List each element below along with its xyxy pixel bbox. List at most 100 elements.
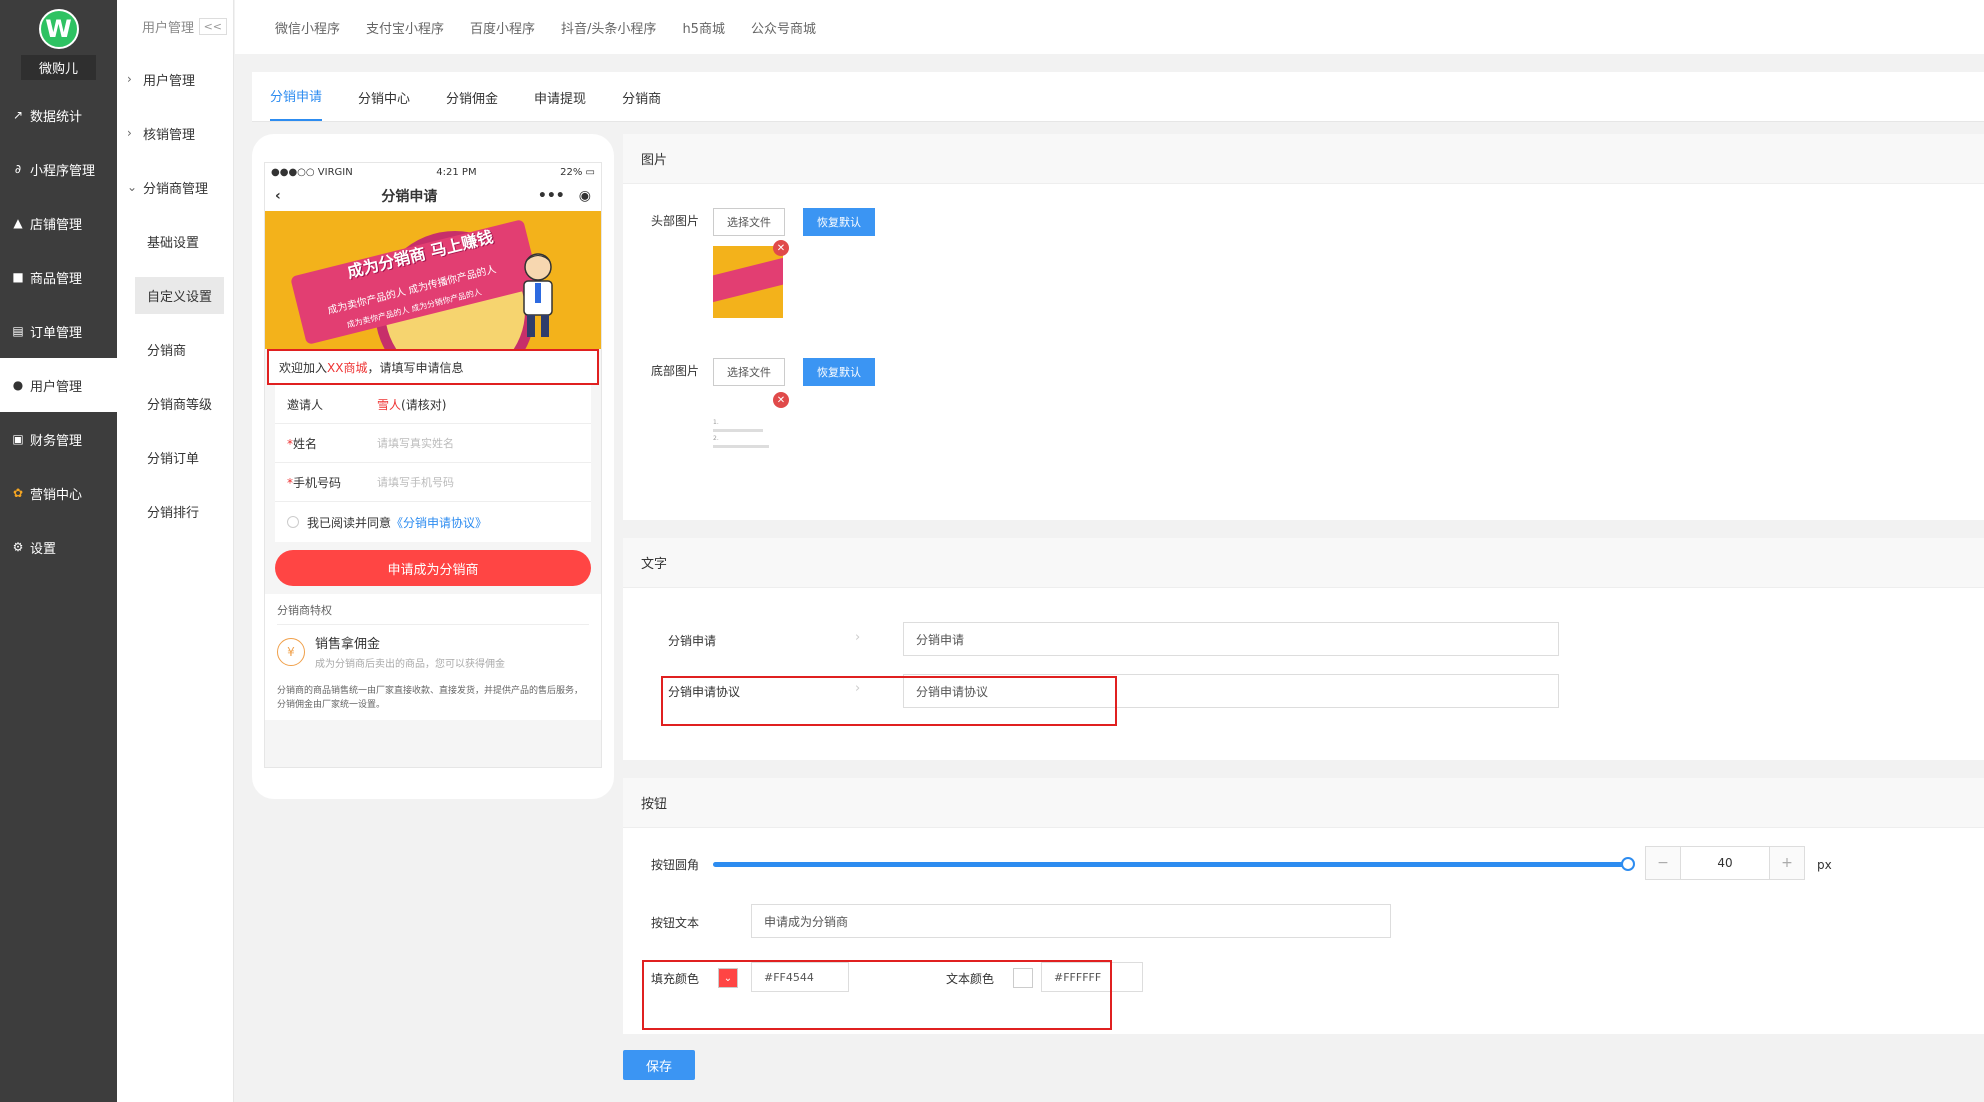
battery: 22% ▭ bbox=[560, 166, 595, 178]
apply-button[interactable]: 申请成为分销商 bbox=[275, 550, 591, 586]
head-image-thumb bbox=[713, 246, 783, 318]
page-tabs: 分销申请 分销中心 分销佣金 申请提现 分销商 bbox=[252, 72, 1984, 122]
yen-icon: ¥ bbox=[277, 637, 305, 666]
privilege-item: ¥ 销售拿佣金 成为分销商后卖出的商品，您可以获得佣金 bbox=[277, 625, 589, 678]
text-row1-label: 分销申请 bbox=[668, 634, 717, 648]
submenu-group-users[interactable]: › 用户管理 bbox=[117, 52, 233, 106]
tab-douyin[interactable]: 抖音/头条小程序 bbox=[561, 18, 656, 37]
foot-image-thumb: 1. 2. bbox=[713, 418, 783, 468]
head-image-remove-icon[interactable]: ✕ bbox=[773, 240, 789, 256]
submenu-title: 用户管理 bbox=[142, 20, 195, 36]
submenu-item-distribution-orders[interactable]: 分销订单 bbox=[117, 430, 233, 484]
head-image-label: 头部图片 bbox=[651, 214, 700, 228]
chevron-down-icon: ⌄ bbox=[127, 180, 138, 194]
sidebar-item-marketing[interactable]: ✿ 营销中心 bbox=[0, 466, 117, 520]
store-icon: ▲ bbox=[13, 216, 23, 230]
plus-icon[interactable]: + bbox=[1770, 847, 1804, 879]
sidebar-item-users[interactable]: ● 用户管理 bbox=[0, 358, 117, 412]
sidebar-item-orders[interactable]: ▤ 订单管理 bbox=[0, 304, 117, 358]
save-button[interactable]: 保存 bbox=[623, 1050, 695, 1080]
record-icon[interactable]: ◉ bbox=[579, 188, 591, 204]
radius-value[interactable]: 40 bbox=[1680, 847, 1770, 879]
tab-distribution-center[interactable]: 分销中心 bbox=[358, 88, 410, 121]
radius-label: 按钮圆角 bbox=[651, 858, 700, 872]
tab-distribution-apply[interactable]: 分销申请 bbox=[270, 86, 323, 121]
agreement-link[interactable]: 《分销申请协议》 bbox=[391, 514, 487, 531]
submenu-group-verify[interactable]: › 核销管理 bbox=[117, 106, 233, 160]
highlight-box bbox=[661, 676, 1117, 726]
minus-icon[interactable]: − bbox=[1646, 847, 1680, 879]
sidebar-item-store[interactable]: ▲ 店铺管理 bbox=[0, 196, 117, 250]
images-panel: 图片 头部图片 选择文件 恢复默认 ✕ 底部图片 选择文件 恢复默认 1. 2.… bbox=[623, 134, 1984, 520]
tab-baidu[interactable]: 百度小程序 bbox=[470, 18, 535, 37]
submenu-header: 用户管理 << bbox=[117, 0, 233, 52]
submenu-item-distributors[interactable]: 分销商 bbox=[117, 322, 233, 376]
privileges-title: 分销商特权 bbox=[277, 602, 589, 625]
agreement-row[interactable]: 我已阅读并同意 《分销申请协议》 bbox=[275, 502, 591, 542]
sidebar-item-finance[interactable]: ▣ 财务管理 bbox=[0, 412, 117, 466]
brand-name: 微购儿 bbox=[20, 54, 96, 80]
button-text-input[interactable]: 申请成为分销商 bbox=[751, 904, 1391, 938]
box-icon: ■ bbox=[12, 270, 24, 284]
submenu-item-distribution-ranking[interactable]: 分销排行 bbox=[117, 484, 233, 538]
foot-image-remove-icon[interactable]: ✕ bbox=[773, 392, 789, 408]
phone-screen: ●●●○○ VIRGIN 4:21 PM 22% ▭ ‹ 分销申请 ••• ◉ 成… bbox=[264, 162, 602, 768]
sidebar-item-miniprogram[interactable]: ∂ 小程序管理 bbox=[0, 142, 117, 196]
radius-slider-handle[interactable] bbox=[1621, 857, 1635, 871]
foot-restore-default-button[interactable]: 恢复默认 bbox=[803, 358, 875, 386]
submenu-item-distributor-level[interactable]: 分销商等级 bbox=[117, 376, 233, 430]
submenu-item-custom-settings[interactable]: 自定义设置 bbox=[117, 268, 233, 322]
phone-statusbar: ●●●○○ VIRGIN 4:21 PM 22% ▭ bbox=[265, 163, 601, 181]
button-text-label: 按钮文本 bbox=[651, 916, 700, 930]
sidebar-item-settings[interactable]: ⚙ 设置 bbox=[0, 520, 117, 574]
sidebar-item-data-stats[interactable]: ↗ 数据统计 bbox=[0, 88, 117, 142]
name-row: *姓名 请填写真实姓名 bbox=[275, 424, 591, 463]
back-icon[interactable]: ‹ bbox=[275, 188, 281, 204]
button-panel-title: 按钮 bbox=[623, 778, 1984, 828]
head-restore-default-button[interactable]: 恢复默认 bbox=[803, 208, 875, 236]
tab-withdraw[interactable]: 申请提现 bbox=[534, 88, 586, 121]
phone-navbar: ‹ 分销申请 ••• ◉ bbox=[265, 181, 601, 211]
tab-wechat[interactable]: 微信小程序 bbox=[275, 18, 340, 37]
submenu-group-distributor[interactable]: ⌄ 分销商管理 bbox=[117, 160, 233, 214]
agree-radio[interactable] bbox=[287, 516, 299, 528]
secondary-menu: 用户管理 << › 用户管理 › 核销管理 ⌄ 分销商管理 基础设置 自定义设置 分销… bbox=[117, 0, 234, 1102]
tab-alipay[interactable]: 支付宝小程序 bbox=[366, 18, 444, 37]
mascot-icon bbox=[523, 253, 553, 337]
phone-row: *手机号码 请填写手机号码 bbox=[275, 463, 591, 502]
privilege-note: 分销商的商品销售统一由厂家直接收款、直接发货，并提供产品的售后服务，分销佣金由厂… bbox=[277, 686, 584, 710]
tab-distributor[interactable]: 分销商 bbox=[622, 88, 661, 121]
radius-slider-track[interactable] bbox=[713, 857, 1635, 871]
chevron-right-icon: › bbox=[127, 72, 132, 86]
chevron-right-icon: › bbox=[127, 126, 132, 140]
foot-image-label: 底部图片 bbox=[651, 364, 700, 378]
images-panel-title: 图片 bbox=[623, 134, 1984, 184]
main-sidebar: W 微购儿 ↗ 数据统计 ∂ 小程序管理 ▲ 店铺管理 ■ 商品管理 ▤ 订单管理 ● 用户… bbox=[0, 0, 117, 1102]
wallet-icon: ▣ bbox=[12, 432, 24, 446]
logo-icon: W bbox=[38, 8, 79, 49]
text-panel: 文字 分销申请 › 分销申请 分销申请协议 › 分销申请协议 bbox=[623, 538, 1984, 760]
phone-title: 分销申请 bbox=[381, 189, 438, 205]
radius-stepper[interactable]: − 40 + bbox=[1645, 846, 1805, 880]
head-choose-file-button[interactable]: 选择文件 bbox=[713, 208, 785, 236]
brand-logo[interactable]: W 微购儿 bbox=[0, 0, 117, 88]
text-row1-input[interactable]: 分销申请 bbox=[903, 622, 1559, 656]
name-field[interactable]: 请填写真实姓名 bbox=[377, 435, 454, 451]
carrier: ●●●○○ VIRGIN bbox=[271, 166, 353, 178]
marketing-icon: ✿ bbox=[12, 486, 24, 500]
tab-distribution-commission[interactable]: 分销佣金 bbox=[446, 88, 498, 121]
chart-icon: ↗ bbox=[12, 108, 24, 122]
order-icon: ▤ bbox=[12, 324, 24, 338]
tab-official-account[interactable]: 公众号商城 bbox=[751, 18, 816, 37]
phone-preview: ●●●○○ VIRGIN 4:21 PM 22% ▭ ‹ 分销申请 ••• ◉ 成… bbox=[252, 134, 614, 799]
more-icon[interactable]: ••• bbox=[538, 188, 565, 204]
foot-choose-file-button[interactable]: 选择文件 bbox=[713, 358, 785, 386]
gear-icon: ⚙ bbox=[12, 540, 24, 554]
phone-field[interactable]: 请填写手机号码 bbox=[377, 474, 454, 490]
submenu-item-basic-settings[interactable]: 基础设置 bbox=[117, 214, 233, 268]
link-icon: ∂ bbox=[14, 162, 22, 176]
collapse-button[interactable]: << bbox=[198, 17, 227, 35]
welcome-message: 欢迎加入 XX商城 ，请填写申请信息 bbox=[267, 349, 599, 385]
tab-h5[interactable]: h5商城 bbox=[682, 18, 725, 37]
sidebar-item-goods[interactable]: ■ 商品管理 bbox=[0, 250, 117, 304]
